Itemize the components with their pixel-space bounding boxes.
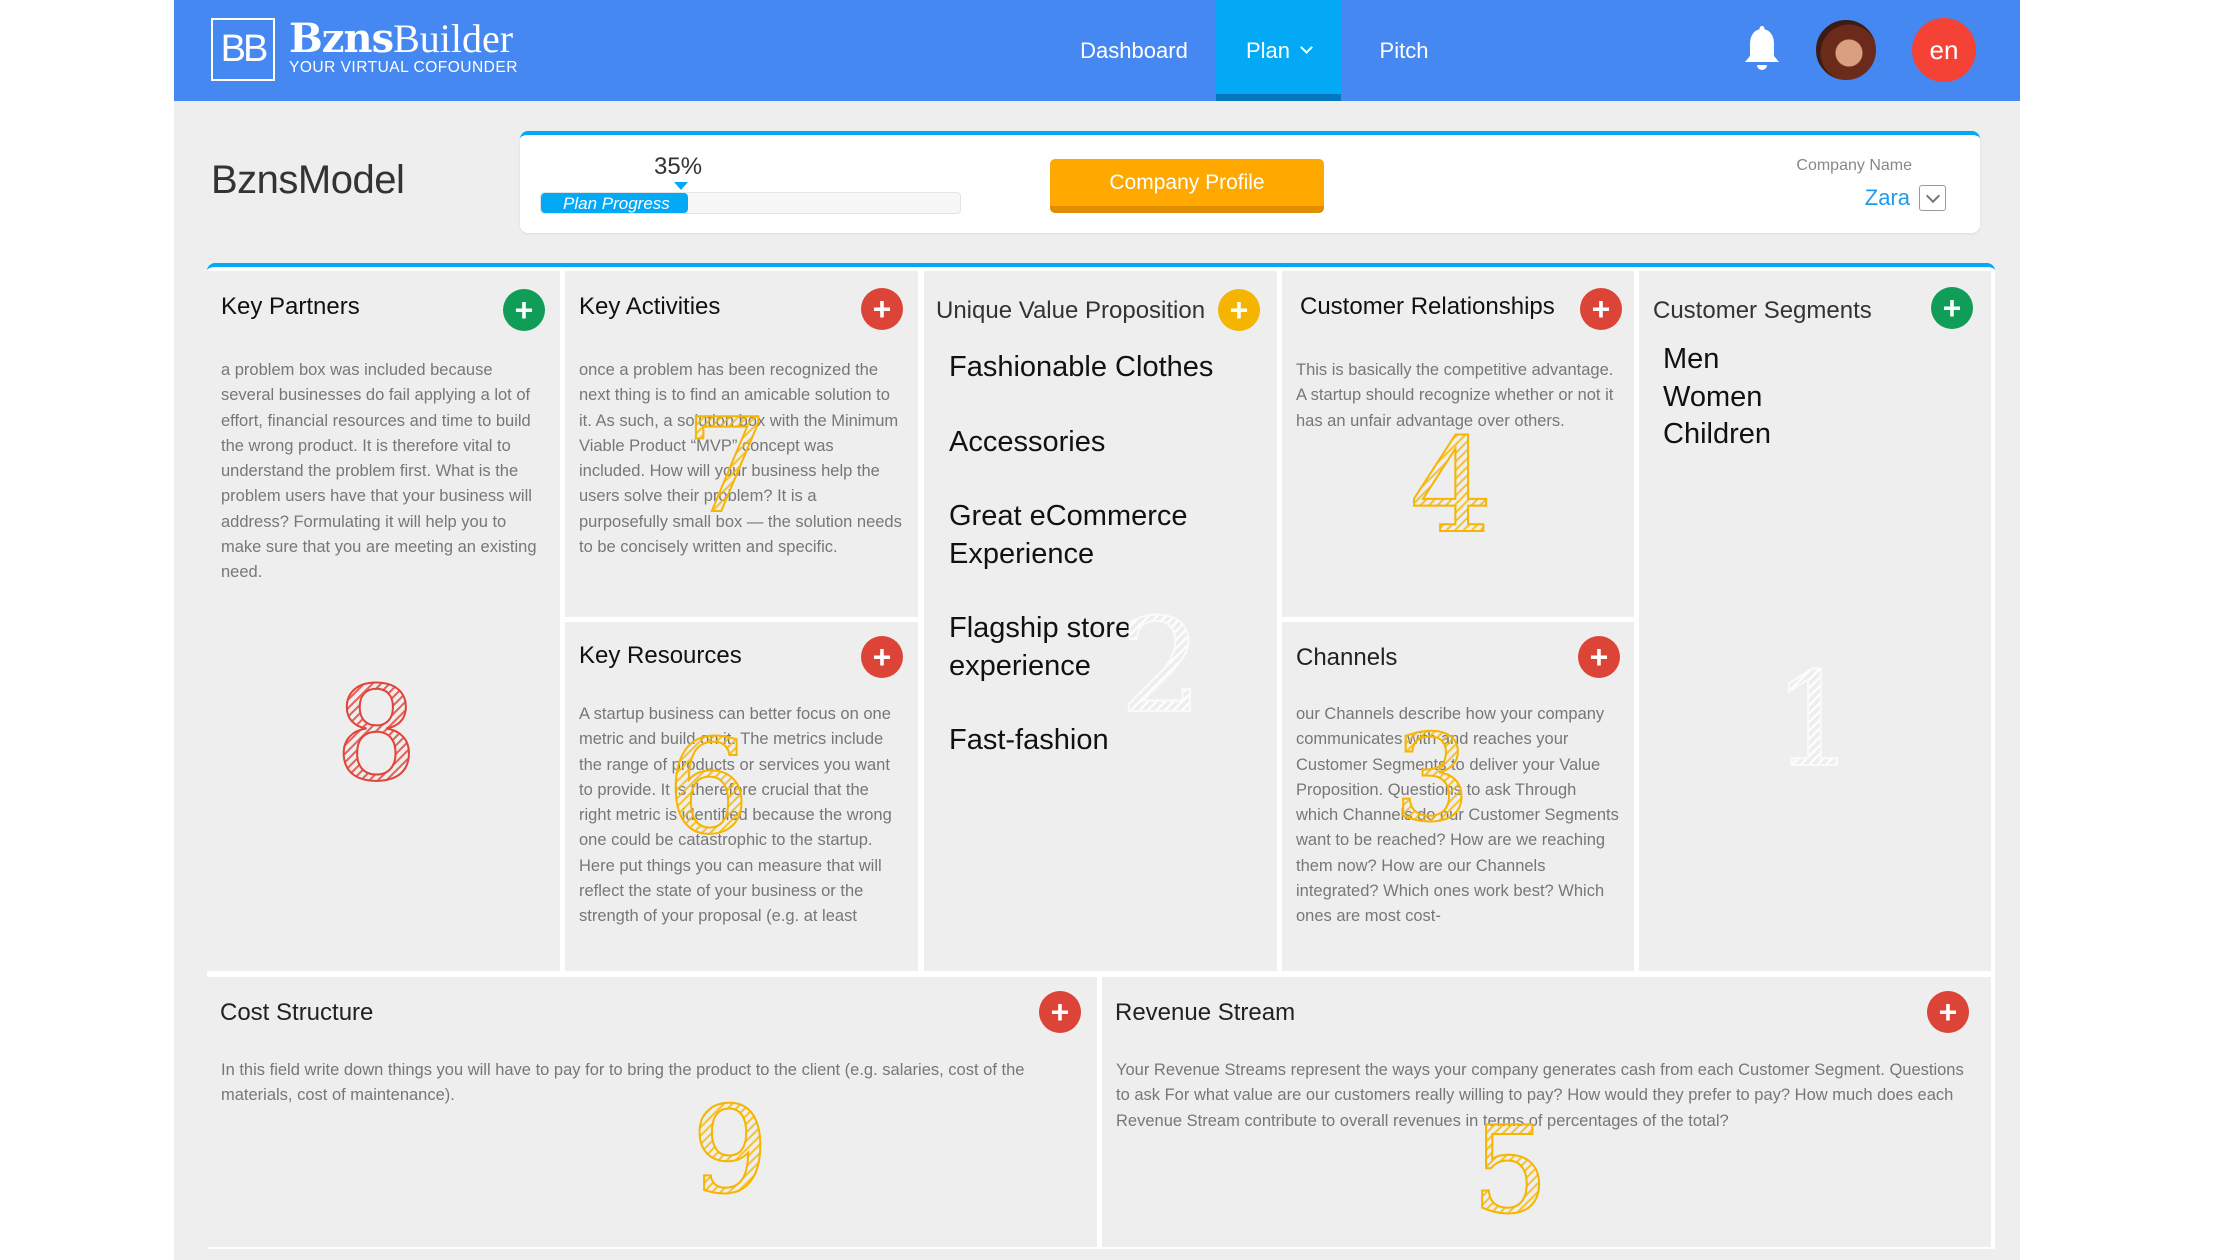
add-key-partner-button[interactable]: + bbox=[503, 289, 545, 331]
add-customer-relationship-button[interactable]: + bbox=[1580, 288, 1622, 330]
nav-pitch[interactable]: Pitch bbox=[1354, 0, 1454, 101]
nav-pitch-label: Pitch bbox=[1379, 37, 1429, 63]
cell-title: Customer Segments bbox=[1653, 297, 1872, 324]
value-proposition-item[interactable]: Fashionable Clothes bbox=[949, 349, 1213, 387]
cell-title: Unique Value Proposition bbox=[936, 297, 1206, 324]
company-profile-button[interactable]: Company Profile bbox=[1050, 159, 1324, 213]
bell-icon[interactable] bbox=[1742, 26, 1782, 72]
cell-customer-relationships[interactable]: Customer Relationships + This is basical… bbox=[1282, 271, 1634, 617]
nav-dashboard[interactable]: Dashboard bbox=[1064, 0, 1204, 101]
company-name-value[interactable]: Zara bbox=[1865, 185, 1910, 211]
add-channel-button[interactable]: + bbox=[1578, 636, 1620, 678]
cell-cost-structure[interactable]: Cost Structure + In this field write dow… bbox=[207, 977, 1097, 1247]
plan-progress-card: 35% Plan Progress Company Profile Compan… bbox=[520, 131, 1980, 233]
cell-title: Channels bbox=[1296, 644, 1398, 671]
value-proposition-item[interactable]: Fast-fashion bbox=[949, 722, 1213, 760]
cell-title: Customer Relationships bbox=[1300, 293, 1555, 320]
step-number-9: 9 bbox=[691, 1082, 769, 1221]
cell-description: In this field write down things you will… bbox=[221, 1061, 1025, 1105]
cell-description: A startup business can better focus on o… bbox=[579, 705, 892, 926]
cell-customer-segments[interactable]: Customer Segments + Men Women Children 1 bbox=[1639, 271, 1991, 971]
app-window: BB BznsBuilder YOUR VIRTUAL COFOUNDER Da… bbox=[174, 0, 2020, 1260]
user-avatar[interactable] bbox=[1814, 18, 1878, 82]
page-title: BznsModel bbox=[211, 158, 405, 202]
add-revenue-stream-button[interactable]: + bbox=[1927, 991, 1969, 1033]
nav-dashboard-label: Dashboard bbox=[1080, 37, 1188, 63]
progress-bar-fill: Plan Progress bbox=[541, 193, 688, 213]
step-number-8: 8 bbox=[334, 658, 419, 810]
logo-wordmark[interactable]: BznsBuilder YOUR VIRTUAL COFOUNDER bbox=[289, 18, 518, 76]
add-customer-segment-button[interactable]: + bbox=[1931, 287, 1973, 329]
cell-description: our Channels describe how your company c… bbox=[1296, 705, 1619, 926]
cell-description: once a problem has been recognized the n… bbox=[579, 361, 902, 557]
brand-bold: Bzns bbox=[289, 15, 394, 62]
step-number-4: 4 bbox=[1409, 410, 1494, 562]
progress-marker-icon bbox=[674, 182, 688, 190]
company-name-label: Company Name bbox=[1796, 157, 1912, 174]
cell-title: Key Resources bbox=[579, 642, 742, 669]
cell-title: Cost Structure bbox=[220, 999, 374, 1026]
brand-light: Builder bbox=[393, 16, 514, 61]
add-key-activity-button[interactable]: + bbox=[861, 288, 903, 330]
cell-key-partners[interactable]: Key Partners + a problem box was include… bbox=[207, 271, 560, 971]
cell-title: Key Partners bbox=[221, 293, 360, 320]
customer-segment-item[interactable]: Women bbox=[1663, 379, 1771, 417]
add-value-proposition-button[interactable]: + bbox=[1218, 289, 1260, 331]
progress-percent: 35% bbox=[654, 153, 703, 180]
top-navigation-bar: BB BznsBuilder YOUR VIRTUAL COFOUNDER Da… bbox=[174, 0, 2020, 101]
step-number-1: 1 bbox=[1772, 644, 1857, 796]
cell-description: Your Revenue Streams represent the ways … bbox=[1116, 1061, 1964, 1130]
cell-revenue-stream[interactable]: Revenue Stream + Your Revenue Streams re… bbox=[1102, 977, 1991, 1247]
value-proposition-item[interactable]: Flagship store experience bbox=[949, 610, 1149, 685]
value-proposition-item[interactable]: Accessories bbox=[949, 424, 1213, 462]
company-dropdown-toggle[interactable] bbox=[1919, 185, 1946, 211]
cell-description: This is basically the competitive advant… bbox=[1296, 361, 1614, 430]
value-proposition-list: Fashionable Clothes Accessories Great eC… bbox=[949, 349, 1213, 760]
customer-segment-item[interactable]: Children bbox=[1663, 416, 1771, 454]
value-proposition-item[interactable]: Great eCommerce Experience bbox=[949, 498, 1209, 573]
cell-description: a problem box was included because sever… bbox=[221, 361, 537, 582]
cell-key-activities[interactable]: Key Activities + once a problem has been… bbox=[565, 271, 918, 617]
language-selector[interactable]: en bbox=[1912, 18, 1976, 82]
chevron-down-icon bbox=[1300, 41, 1313, 54]
logo-mark[interactable]: BB bbox=[211, 18, 275, 81]
customer-segment-item[interactable]: Men bbox=[1663, 341, 1771, 379]
nav-plan[interactable]: Plan bbox=[1216, 0, 1341, 101]
cell-title: Revenue Stream bbox=[1115, 999, 1296, 1026]
cell-key-resources[interactable]: Key Resources + A startup business can b… bbox=[565, 622, 918, 971]
nav-plan-label: Plan bbox=[1245, 37, 1291, 63]
business-model-canvas: Key Partners + a problem box was include… bbox=[207, 263, 1995, 1249]
progress-bar: Plan Progress bbox=[540, 192, 961, 214]
brand-tagline: YOUR VIRTUAL COFOUNDER bbox=[289, 59, 518, 76]
cell-value-proposition[interactable]: Unique Value Proposition + Fashionable C… bbox=[924, 271, 1277, 971]
cell-title: Key Activities bbox=[579, 293, 721, 320]
cell-channels[interactable]: Channels + our Channels describe how you… bbox=[1282, 622, 1634, 971]
customer-segment-list: Men Women Children bbox=[1663, 341, 1771, 454]
add-key-resource-button[interactable]: + bbox=[861, 636, 903, 678]
add-cost-button[interactable]: + bbox=[1039, 991, 1081, 1033]
